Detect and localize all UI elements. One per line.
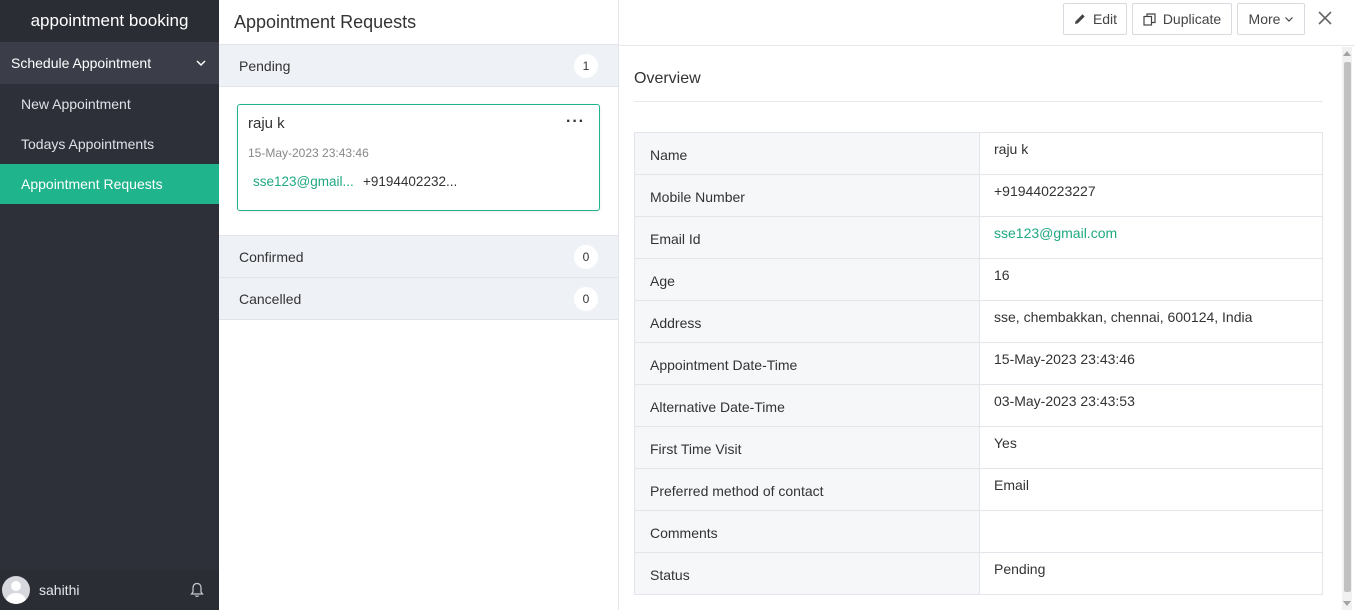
record-card-email[interactable]: sse123@gmail... [253, 174, 363, 189]
bell-icon[interactable] [189, 581, 205, 599]
sidebar-item-todays-appointments[interactable]: Todays Appointments [0, 124, 219, 164]
field-row-age: Age 16 [634, 258, 1323, 301]
field-value [979, 510, 1323, 553]
field-label: Address [634, 300, 980, 343]
field-value: sse, chembakkan, chennai, 600124, India [979, 300, 1323, 343]
field-label: First Time Visit [634, 426, 980, 469]
overview-heading: Overview [634, 46, 1323, 102]
sidebar-item-appointment-requests[interactable]: Appointment Requests [0, 164, 219, 204]
card-area: raju k ··· 15-May-2023 23:43:46 sse123@g… [219, 87, 618, 236]
field-row-appointment-date-time: Appointment Date-Time 15-May-2023 23:43:… [634, 342, 1323, 385]
page-title: Appointment Requests [219, 0, 618, 45]
sidebar: appointment booking Schedule Appointment… [0, 0, 219, 610]
group-pending-count: 1 [574, 53, 598, 78]
field-row-name: Name raju k [634, 132, 1323, 175]
field-label: Appointment Date-Time [634, 342, 980, 385]
avatar[interactable] [2, 576, 30, 604]
field-row-address: Address sse, chembakkan, chennai, 600124… [634, 300, 1323, 343]
pencil-icon [1073, 12, 1087, 26]
group-cancelled-count: 0 [574, 286, 598, 311]
record-card-phone: +9194402232... [363, 174, 458, 189]
field-row-email-id: Email Id sse123@gmail.com [634, 216, 1323, 259]
group-confirmed[interactable]: Confirmed 0 [219, 236, 618, 278]
field-label: Status [634, 552, 980, 595]
field-value: 16 [979, 258, 1323, 301]
field-value: +919440223227 [979, 174, 1323, 217]
detail-toolbar: Edit Duplicate More [619, 0, 1355, 46]
record-card-date: 15-May-2023 23:43:46 [248, 146, 369, 160]
edit-button[interactable]: Edit [1063, 3, 1127, 35]
record-card-contacts: sse123@gmail... +9194402232... [248, 174, 589, 189]
sidebar-footer: sahithi [0, 570, 219, 610]
field-row-status: Status Pending [634, 552, 1323, 595]
scrollbar[interactable] [1342, 47, 1352, 610]
more-button[interactable]: More [1237, 3, 1305, 35]
duplicate-icon [1143, 12, 1157, 26]
group-pending-label: Pending [239, 57, 291, 74]
chevron-down-icon [1285, 16, 1294, 22]
field-value: Yes [979, 426, 1323, 469]
edit-button-label: Edit [1092, 11, 1118, 27]
group-confirmed-label: Confirmed [239, 248, 304, 265]
detail-body: Overview Name raju k Mobile Number +9194… [634, 46, 1323, 595]
field-value: 03-May-2023 23:43:53 [979, 384, 1323, 427]
field-label: Email Id [634, 216, 980, 259]
sidebar-item-new-appointment[interactable]: New Appointment [0, 84, 219, 124]
scroll-thumb[interactable] [1344, 62, 1351, 592]
list-panel: Appointment Requests Pending 1 raju k ··… [219, 0, 619, 610]
sidebar-section-schedule-appointment[interactable]: Schedule Appointment [0, 42, 219, 84]
close-icon[interactable] [1317, 10, 1333, 26]
group-pending[interactable]: Pending 1 [219, 45, 618, 87]
field-label: Comments [634, 510, 980, 553]
user-name[interactable]: sahithi [39, 582, 189, 598]
field-row-first-time-visit: First Time Visit Yes [634, 426, 1323, 469]
field-value: Email [979, 468, 1323, 511]
field-value: raju k [979, 132, 1323, 175]
group-confirmed-count: 0 [574, 244, 598, 269]
record-card[interactable]: raju k ··· 15-May-2023 23:43:46 sse123@g… [237, 104, 600, 211]
more-options-icon[interactable]: ··· [566, 113, 585, 131]
duplicate-button-label: Duplicate [1162, 11, 1222, 27]
scroll-down-arrow[interactable] [1343, 601, 1351, 606]
more-button-label: More [1248, 11, 1281, 27]
field-row-preferred-method-of-contact: Preferred method of contact Email [634, 468, 1323, 511]
field-label: Mobile Number [634, 174, 980, 217]
field-label: Preferred method of contact [634, 468, 980, 511]
sidebar-section-label: Schedule Appointment [11, 55, 152, 71]
field-value: 15-May-2023 23:43:46 [979, 342, 1323, 385]
field-value: Pending [979, 552, 1323, 595]
app-title: appointment booking [0, 0, 219, 42]
duplicate-button[interactable]: Duplicate [1132, 3, 1232, 35]
chevron-down-icon [195, 57, 207, 69]
field-row-mobile-number: Mobile Number +919440223227 [634, 174, 1323, 217]
detail-panel: Edit Duplicate More Overview Name raju k [619, 0, 1355, 610]
group-cancelled[interactable]: Cancelled 0 [219, 278, 618, 320]
scroll-up-arrow[interactable] [1343, 51, 1351, 56]
field-label: Age [634, 258, 980, 301]
field-label: Alternative Date-Time [634, 384, 980, 427]
record-card-name: raju k [248, 115, 285, 132]
group-cancelled-label: Cancelled [239, 290, 302, 307]
field-row-alternative-date-time: Alternative Date-Time 03-May-2023 23:43:… [634, 384, 1323, 427]
field-label: Name [634, 132, 980, 175]
field-row-comments: Comments [634, 510, 1323, 553]
detail-fields-table: Name raju k Mobile Number +919440223227 … [634, 132, 1323, 595]
email-link[interactable]: sse123@gmail.com [979, 216, 1323, 259]
